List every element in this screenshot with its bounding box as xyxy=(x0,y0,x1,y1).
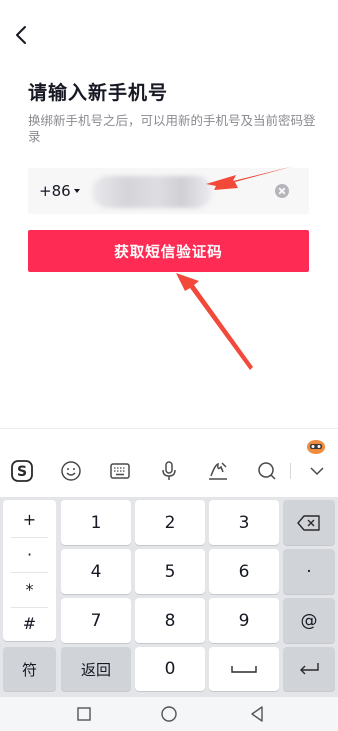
sogou-logo-icon[interactable]: S xyxy=(10,459,34,483)
svg-text:S: S xyxy=(17,464,27,480)
digit-key-7[interactable]: 7 xyxy=(61,598,131,643)
numeric-keyboard: + · * # 1 2 3 4 5 6 · 7 8 9 @ 符 返回 0 xyxy=(0,497,338,697)
enter-key[interactable] xyxy=(283,647,335,691)
home-circle-icon[interactable] xyxy=(160,705,178,723)
recents-square-icon[interactable] xyxy=(75,705,93,723)
digit-key-6[interactable]: 6 xyxy=(209,549,279,594)
digit-key-2[interactable]: 2 xyxy=(135,500,205,545)
mascot-icon[interactable] xyxy=(306,437,326,455)
toolbar-divider xyxy=(290,463,291,479)
symbol-key[interactable]: * xyxy=(3,572,56,607)
digit-key-0[interactable]: 0 xyxy=(135,647,205,691)
page-subtitle: 换绑新手机号之后，可以用新的手机号及当前密码登录 xyxy=(28,113,316,144)
enter-icon xyxy=(300,663,319,675)
system-nav-bar xyxy=(0,697,338,731)
at-key[interactable]: @ xyxy=(283,598,335,643)
arrow-to-sms-button xyxy=(176,273,253,370)
get-sms-code-button[interactable]: 获取短信验证码 xyxy=(28,230,309,272)
space-icon xyxy=(231,666,257,673)
back-triangle-icon[interactable] xyxy=(248,705,266,723)
return-key[interactable]: 返回 xyxy=(61,647,131,691)
digit-key-8[interactable]: 8 xyxy=(135,598,205,643)
backspace-icon xyxy=(297,514,320,531)
country-code-caret-icon[interactable] xyxy=(74,189,80,193)
digit-key-5[interactable]: 5 xyxy=(135,549,205,594)
country-code-selector[interactable]: +86 xyxy=(39,182,71,200)
keyboard-toolbar: S xyxy=(0,428,338,498)
back-button[interactable] xyxy=(10,22,34,48)
microphone-icon[interactable] xyxy=(157,459,181,483)
page-title: 请输入新手机号 xyxy=(28,82,169,104)
backspace-key[interactable] xyxy=(283,500,335,545)
handwriting-icon[interactable] xyxy=(206,459,230,483)
keyboard-icon[interactable] xyxy=(108,459,132,483)
symbol-key[interactable]: · xyxy=(3,537,56,572)
digit-key-9[interactable]: 9 xyxy=(209,598,279,643)
redacted-phone-number xyxy=(92,176,212,208)
symbol-column: + · * # xyxy=(3,500,56,641)
chevron-left-icon xyxy=(16,26,26,44)
clear-icon[interactable] xyxy=(275,184,289,198)
symbol-key[interactable]: + xyxy=(3,502,56,537)
digit-key-3[interactable]: 3 xyxy=(209,500,279,545)
symbol-key[interactable]: # xyxy=(3,606,56,641)
digit-key-4[interactable]: 4 xyxy=(61,549,131,594)
digit-key-1[interactable]: 1 xyxy=(61,500,131,545)
collapse-icon[interactable] xyxy=(305,459,329,483)
emoji-icon[interactable] xyxy=(59,459,83,483)
symbols-key[interactable]: 符 xyxy=(3,647,56,691)
space-key[interactable] xyxy=(209,647,279,691)
search-icon[interactable] xyxy=(255,459,279,483)
dot-key[interactable]: · xyxy=(283,549,335,594)
